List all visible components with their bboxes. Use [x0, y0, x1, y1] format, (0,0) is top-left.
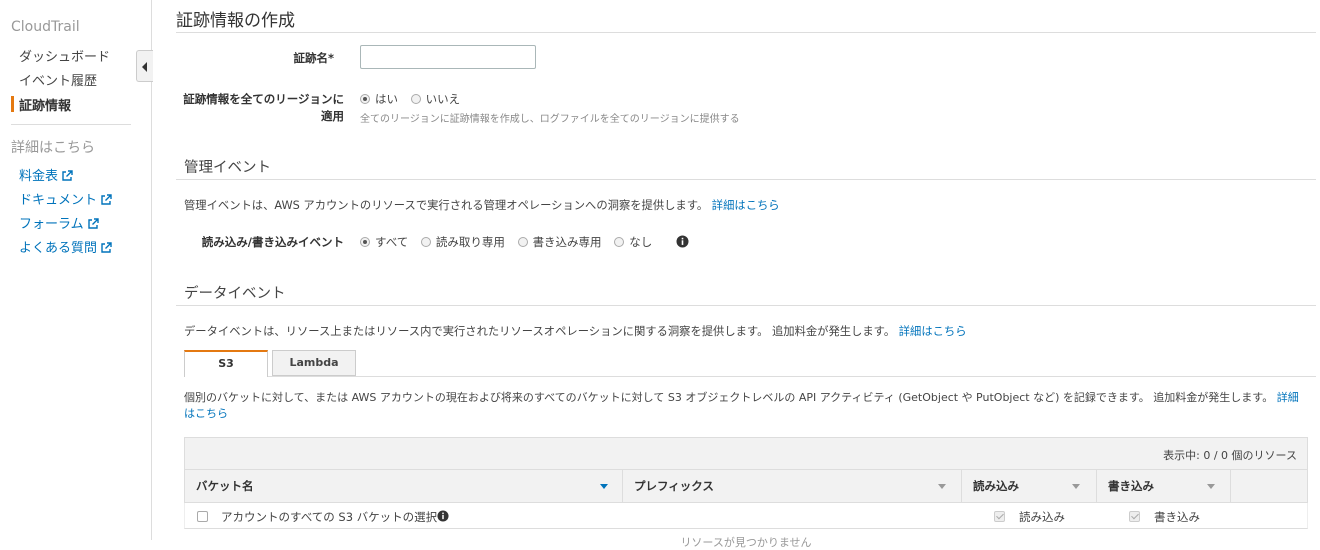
sidebar: CloudTrail ダッシュボード イベント履歴 証跡情報 詳細はこちら 料金… [0, 0, 152, 540]
data-events-description-text: データイベントは、リソース上またはリソース内で実行されたリソースオペレーションに… [184, 325, 896, 338]
rw-all-radio[interactable]: すべて [360, 235, 408, 249]
rw-none-radio[interactable]: なし [614, 235, 652, 249]
sort-icon [1207, 484, 1215, 489]
radio-label: いいえ [425, 92, 461, 106]
sidebar-link-label: 料金表 [19, 169, 59, 184]
radio-label: すべて [375, 235, 409, 249]
tab-s3[interactable]: S3 [184, 350, 268, 377]
all-regions-label-line2: 適用 [321, 109, 344, 123]
sidebar-item-event-history[interactable]: イベント履歴 [19, 70, 97, 89]
rw-write-only-radio[interactable]: 書き込み専用 [517, 235, 602, 249]
sidebar-link-label: よくある質問 [19, 241, 98, 256]
trail-name-label: 証跡名* [293, 51, 334, 65]
info-icon[interactable] [437, 510, 449, 522]
read-write-events-label: 読み込み/書き込みイベント [201, 235, 344, 249]
sidebar-item-trails[interactable]: 証跡情報 [19, 95, 71, 114]
radio-unselected-icon [410, 94, 421, 104]
all-regions-no-radio[interactable]: いいえ [410, 92, 461, 106]
checkbox-checked-disabled-icon [994, 511, 1005, 522]
checkbox-checked-disabled-icon [1129, 511, 1140, 522]
tabs-baseline [268, 376, 1316, 377]
management-events-description: 管理イベントは、AWS アカウントのリソースで実行される管理オペレーションへの洞… [184, 197, 780, 213]
read-write-radio-group: すべて 読み取り専用 書き込み専用 なし [360, 234, 661, 250]
column-header-write[interactable]: 書き込み [1097, 470, 1231, 502]
radio-unselected-icon [614, 237, 625, 247]
sidebar-link-pricing[interactable]: 料金表 [19, 165, 73, 184]
select-all-buckets-checkbox[interactable] [197, 509, 208, 523]
sidebar-collapse-button[interactable] [136, 50, 153, 82]
rw-read-only-radio[interactable]: 読み取り専用 [420, 235, 505, 249]
all-regions-label: 証跡情報を全てのリージョンに 適用 [176, 91, 344, 125]
radio-selected-icon [360, 94, 370, 104]
sidebar-link-label: ドキュメント [19, 193, 98, 208]
title-divider [176, 32, 1316, 33]
data-events-divider [176, 305, 1316, 306]
all-regions-help-text: 全てのリージョンに証跡情報を作成し、ログファイルを全てのリージョンに提供する [360, 114, 740, 125]
all-regions-yes-radio[interactable]: はい [360, 92, 398, 106]
column-header-prefix[interactable]: プレフィックス [623, 470, 962, 502]
sidebar-link-documentation[interactable]: ドキュメント [19, 189, 112, 208]
trail-name-input[interactable] [360, 45, 536, 69]
sidebar-link-label: フォーラム [19, 217, 84, 232]
sidebar-item-dashboard[interactable]: ダッシュボード [19, 46, 110, 65]
data-events-description: データイベントは、リソース上またはリソース内で実行されたリソースオペレーションに… [184, 323, 967, 339]
management-events-learn-more-link[interactable]: 詳細はこちら [712, 199, 780, 212]
management-events-title: 管理イベント [184, 160, 271, 176]
s3-description-text: 個別のバケットに対して、または AWS アカウントの現在および将来のすべてのバケ… [184, 391, 1274, 404]
empty-table-message: リソースが見つかりません [680, 536, 812, 549]
external-link-icon [87, 218, 99, 229]
column-header-label: プレフィックス [634, 479, 714, 493]
select-all-buckets-label: アカウントのすべての S3 バケットの選択 [221, 510, 438, 524]
column-header-label: バケット名 [196, 479, 254, 493]
management-events-description-text: 管理イベントは、AWS アカウントのリソースで実行される管理オペレーションへの洞… [184, 199, 709, 212]
s3-description: 個別のバケットに対して、または AWS アカウントの現在および将来のすべてのバケ… [184, 390, 1312, 422]
sort-icon [1072, 484, 1080, 489]
all-regions-label-line1: 証跡情報を全てのリージョンに [183, 92, 344, 106]
column-header-label: 書き込み [1108, 479, 1154, 493]
data-events-title: データイベント [184, 286, 286, 302]
chevron-left-icon [142, 62, 147, 72]
sort-descending-icon [600, 484, 608, 489]
all-buckets-read-label: 読み込み [1019, 510, 1065, 524]
all-buckets-read-checkbox[interactable] [994, 509, 1005, 523]
sidebar-brand: CloudTrail [11, 19, 80, 35]
external-link-icon [101, 194, 112, 205]
sidebar-divider [11, 124, 131, 125]
info-icon[interactable] [676, 235, 689, 248]
table-toolbar: 表示中: 0 / 0 個のリソース [184, 437, 1308, 470]
all-regions-radio-group: はい いいえ [360, 91, 469, 107]
radio-unselected-icon [420, 237, 431, 247]
sidebar-learn-more-heading: 詳細はこちら [11, 140, 95, 156]
all-buckets-write-checkbox[interactable] [1129, 509, 1140, 523]
table-header: バケット名 プレフィックス 読み込み 書き込み [184, 470, 1308, 503]
sidebar-link-forum[interactable]: フォーラム [19, 213, 99, 232]
data-events-learn-more-link[interactable]: 詳細はこちら [899, 325, 967, 338]
sidebar-active-indicator [11, 96, 14, 112]
tab-lambda[interactable]: Lambda [272, 350, 356, 376]
column-header-bucket-name[interactable]: バケット名 [185, 470, 623, 502]
table-row: アカウントのすべての S3 バケットの選択 読み込み 書き込み [184, 503, 1308, 529]
sidebar-link-faq[interactable]: よくある質問 [19, 237, 112, 256]
column-header-read[interactable]: 読み込み [962, 470, 1097, 502]
management-events-divider [176, 179, 1316, 180]
column-header-label: 読み込み [973, 479, 1019, 493]
checkbox-icon [197, 511, 208, 522]
radio-label: はい [375, 92, 398, 106]
resource-count: 表示中: 0 / 0 個のリソース [1163, 449, 1297, 462]
radio-unselected-icon [517, 237, 528, 247]
main-content: 証跡情報の作成 証跡名* 証跡情報を全てのリージョンに 適用 はい いいえ 全て… [176, 0, 1316, 549]
s3-learn-more-part2: はこちら [184, 407, 228, 420]
radio-label: 書き込み専用 [532, 235, 602, 249]
s3-learn-more-part1: 詳細 [1276, 391, 1299, 404]
page-title: 証跡情報の作成 [176, 11, 295, 31]
external-link-icon [62, 170, 73, 181]
sort-icon [938, 484, 946, 489]
radio-label: なし [629, 235, 653, 249]
radio-label: 読み取り専用 [435, 235, 505, 249]
radio-selected-icon [360, 237, 370, 247]
all-buckets-write-label: 書き込み [1154, 510, 1200, 524]
external-link-icon [101, 242, 112, 253]
